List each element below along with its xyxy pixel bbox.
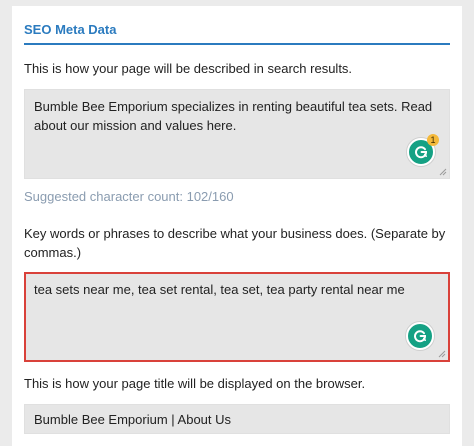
page-title-text: Bumble Bee Emporium | About Us — [34, 412, 232, 427]
keywords-textarea[interactable]: tea sets near me, tea set rental, tea se… — [24, 272, 450, 362]
grammarly-g-glyph — [415, 146, 427, 159]
description-label: This is how your page will be described … — [24, 61, 353, 76]
grammarly-badge: 1 — [427, 134, 439, 146]
grammarly-g-glyph — [414, 330, 426, 343]
character-count-hint: Suggested character count: 102/160 — [24, 189, 234, 204]
grammarly-icon[interactable] — [406, 322, 434, 350]
section-title: SEO Meta Data — [24, 22, 450, 45]
keywords-text: tea sets near me, tea set rental, tea se… — [34, 282, 405, 297]
description-text: Bumble Bee Emporium specializes in renti… — [34, 99, 433, 133]
keywords-label: Key words or phrases to describe what yo… — [24, 226, 446, 260]
description-textarea[interactable]: Bumble Bee Emporium specializes in renti… — [24, 89, 450, 179]
grammarly-icon[interactable]: 1 — [407, 134, 439, 166]
resize-handle-icon[interactable] — [439, 168, 447, 176]
seo-meta-panel: SEO Meta Data This is how your page will… — [12, 6, 462, 446]
resize-handle-icon[interactable] — [438, 350, 446, 358]
page-title-input[interactable]: Bumble Bee Emporium | About Us — [24, 404, 450, 434]
page-title-label: This is how your page title will be disp… — [24, 376, 366, 391]
